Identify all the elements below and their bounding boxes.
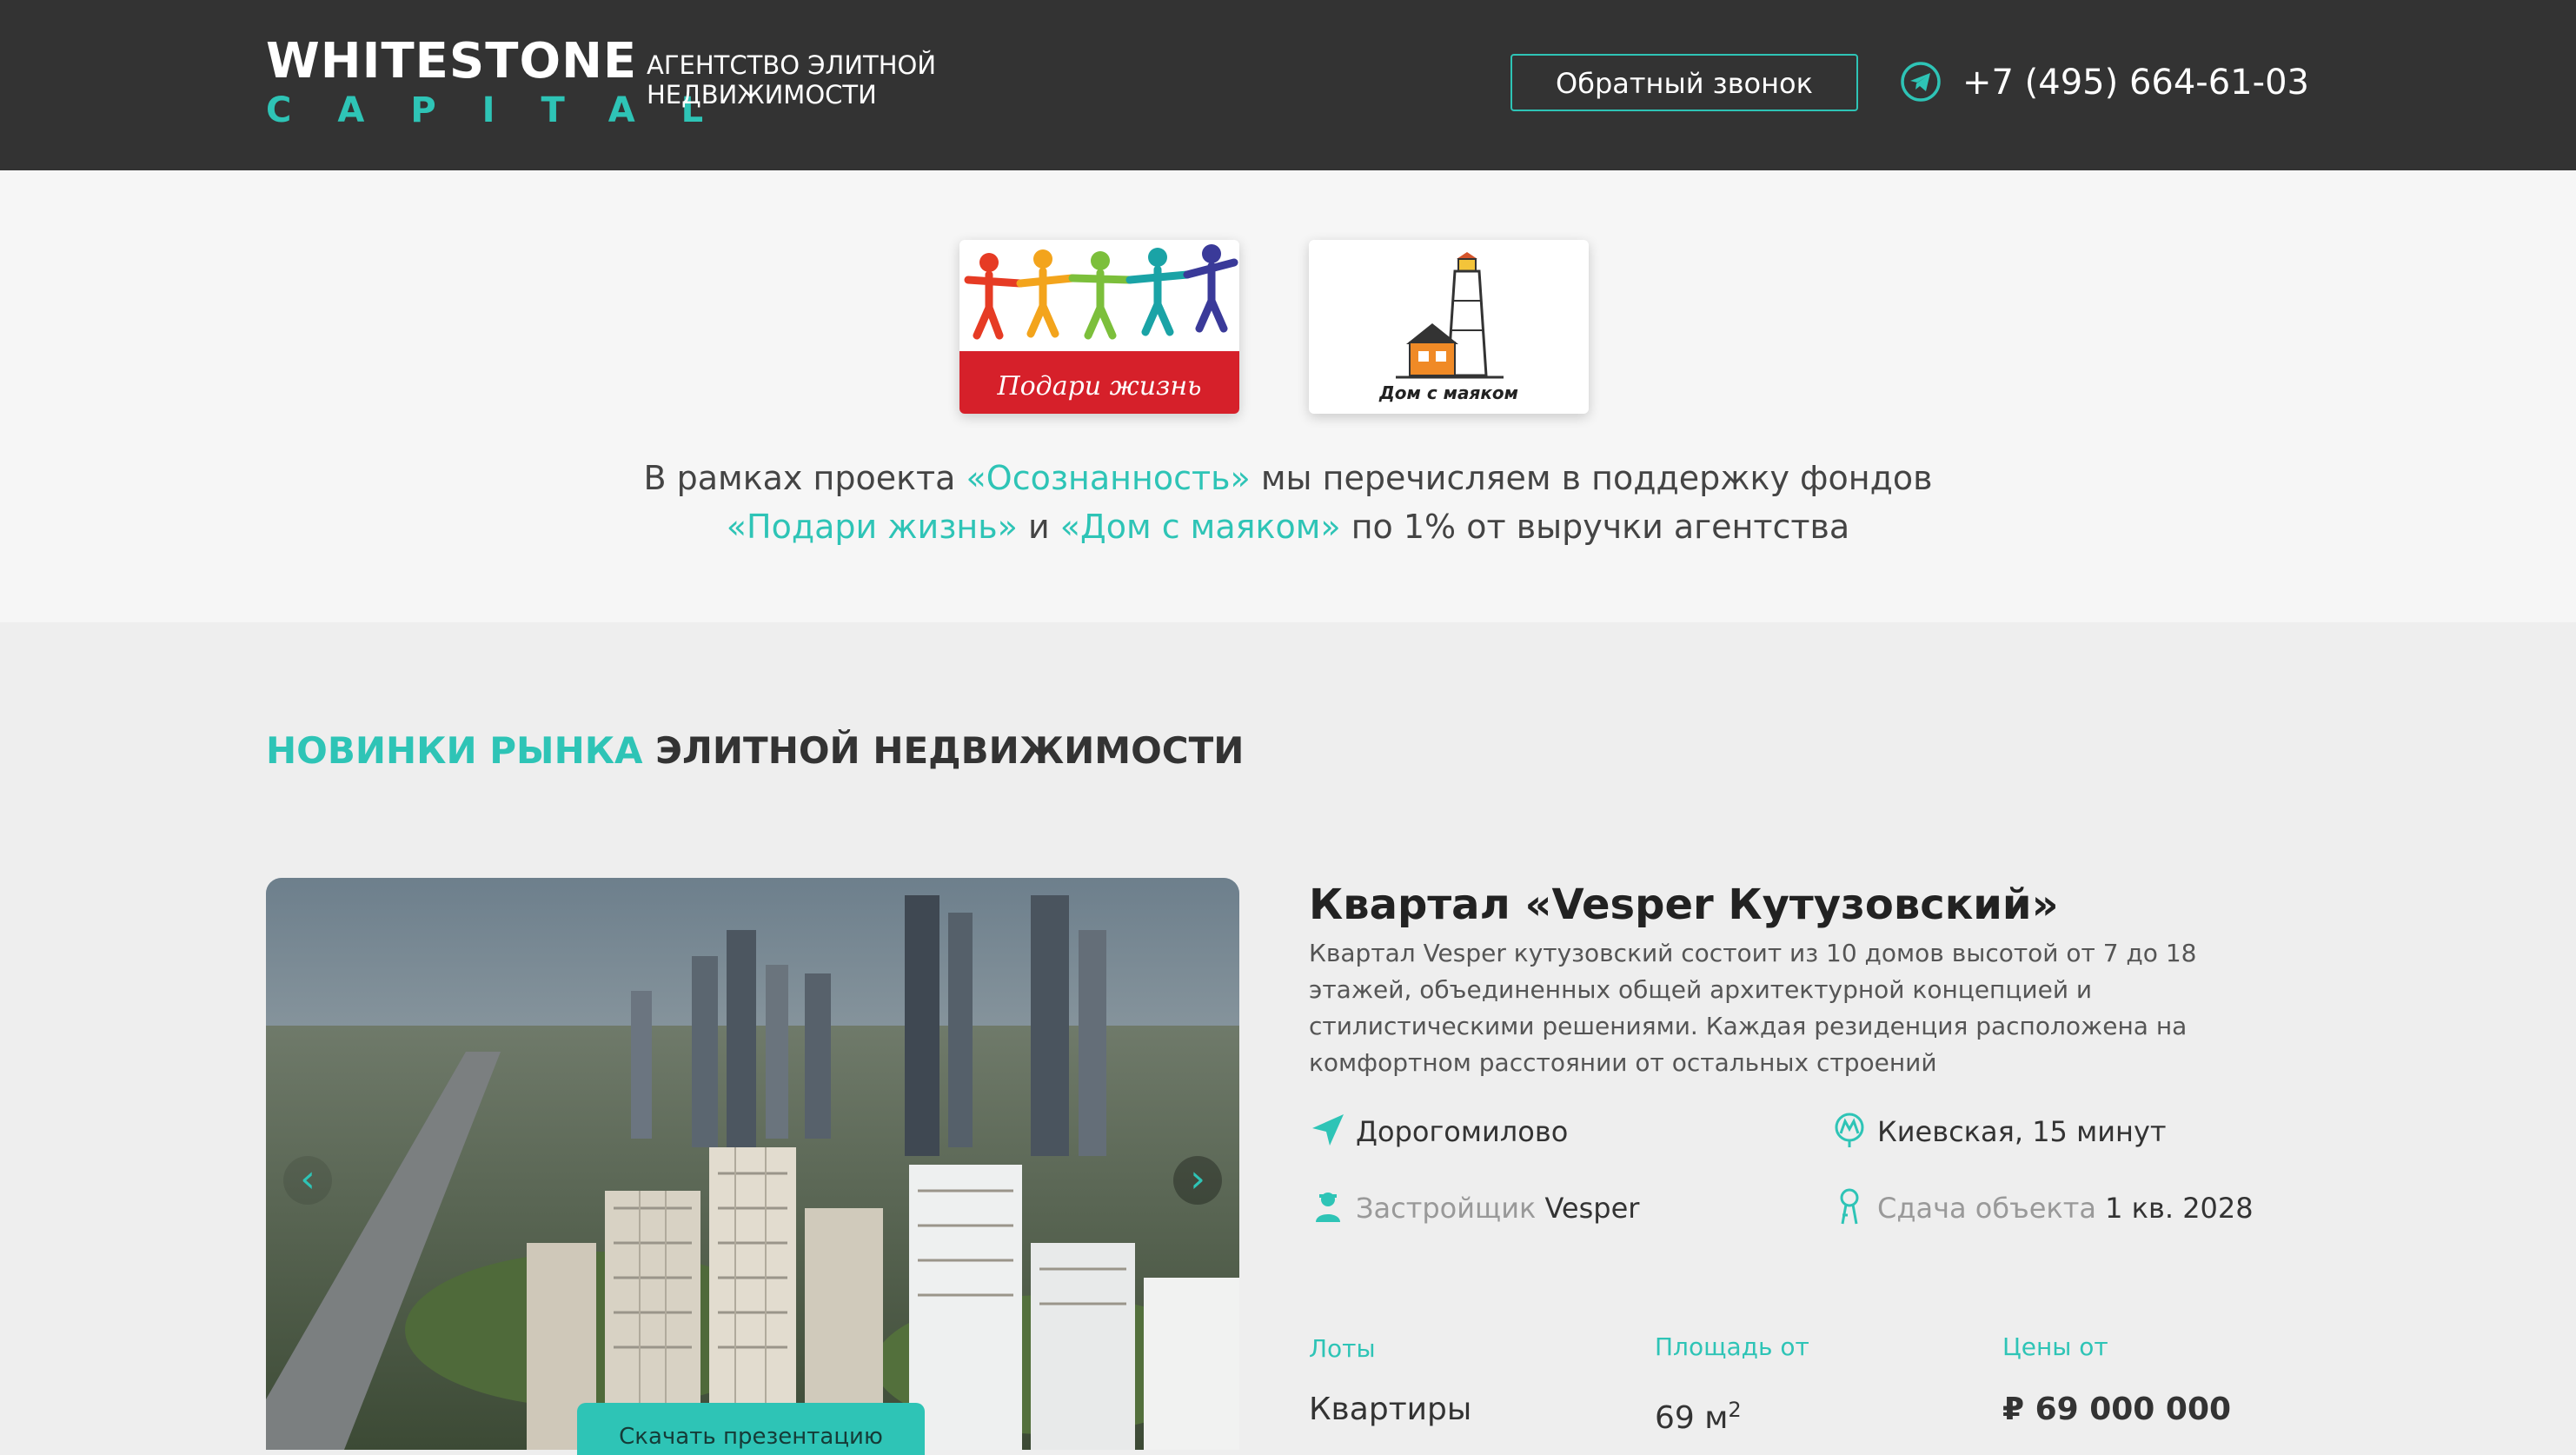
fund-logo-podari-zhizn[interactable]: Подари жизнь [959, 240, 1239, 414]
developer-label: Застройщик [1356, 1192, 1537, 1225]
logo-wordmark[interactable]: WHITESTONE [266, 33, 637, 90]
charity-text-part: и [1017, 508, 1060, 546]
project-completion: Сдача объекта 1 кв. 2028 [1877, 1187, 2254, 1229]
section-title: НОВИНКИ РЫНКА ЭЛИТНОЙ НЕДВИЖИМОСТИ [266, 727, 1244, 775]
carousel-prev-button[interactable]: ‹ [283, 1156, 332, 1205]
fund-logo-text: Дом с маяком [1378, 382, 1519, 403]
project-description: Квартал Vesper кутузовский состоит из 10… [1309, 939, 2197, 1077]
project-developer: Застройщик Vesper [1356, 1187, 1639, 1229]
charity-section: Подари жизнь Дом с маяком В рамках проек… [0, 170, 2576, 622]
telegram-icon[interactable] [1900, 61, 1942, 103]
price-value: ₽ 69 000 000 [2002, 1392, 2232, 1427]
developer-icon [1316, 1193, 1340, 1222]
completion-label: Сдача объекта [1877, 1192, 2096, 1225]
area-label: Площадь от [1655, 1332, 1809, 1361]
carousel-next-button[interactable]: › [1173, 1156, 1222, 1205]
metro-icon [1835, 1113, 1864, 1147]
project-photo[interactable] [266, 878, 1239, 1450]
section-title-rest: ЭЛИТНОЙ НЕДВИЖИМОСТИ [642, 729, 1245, 772]
fund-link-podari-zhizn[interactable]: «Подари жизнь» [727, 508, 1018, 546]
people-figures-icon [964, 244, 1238, 340]
area-unit-superscript: 2 [1728, 1398, 1742, 1422]
charity-text-part: мы перечисляем в поддержку фондов [1250, 459, 1933, 497]
lots-label: Лоты [1309, 1334, 1376, 1363]
lots-value: Квартиры [1309, 1392, 1472, 1427]
phone-number[interactable]: +7 (495) 664-61-03 [1962, 57, 2309, 108]
area-value: 69 м2 [1655, 1387, 1742, 1441]
charity-text-part: по 1% от выручки агентства [1340, 508, 1850, 546]
fund-logo-text: Подари жизнь [997, 371, 1202, 402]
project-title[interactable]: Квартал «Vesper Кутузовский» [1309, 874, 2059, 935]
site-header: WHITESTONE CAPITAL АГЕНТСТВО ЭЛИТНОЙ НЕД… [0, 0, 2576, 170]
charity-text-part: В рамках проекта [643, 459, 966, 497]
developer-value: Vesper [1544, 1192, 1640, 1225]
keys-icon [1840, 1188, 1859, 1225]
callback-button[interactable]: Обратный звонок [1510, 54, 1858, 111]
completion-value: 1 кв. 2028 [2105, 1192, 2254, 1225]
project-link[interactable]: «Осознанность» [966, 459, 1251, 497]
price-label: Цены от [2002, 1332, 2108, 1361]
project-district: Дорогомилово [1356, 1115, 1569, 1148]
charity-description: В рамках проекта «Осознанность» мы переч… [419, 454, 2157, 551]
section-title-accent: НОВИНКИ РЫНКА [266, 729, 643, 772]
agency-tagline: АГЕНТСТВО ЭЛИТНОЙ НЕДВИЖИМОСТИ [647, 50, 937, 110]
location-arrow-icon [1312, 1114, 1344, 1146]
area-number: 69 м [1655, 1400, 1729, 1436]
fund-logo-dom-s-mayakom[interactable]: Дом с маяком [1309, 240, 1589, 414]
fund-link-dom-s-mayakom[interactable]: «Дом с маяком» [1060, 508, 1341, 546]
project-metro: Киевская, 15 минут [1877, 1115, 2167, 1148]
download-presentation-button[interactable]: Скачать презентацию [577, 1403, 925, 1455]
city-aerial-image [266, 878, 1239, 1450]
